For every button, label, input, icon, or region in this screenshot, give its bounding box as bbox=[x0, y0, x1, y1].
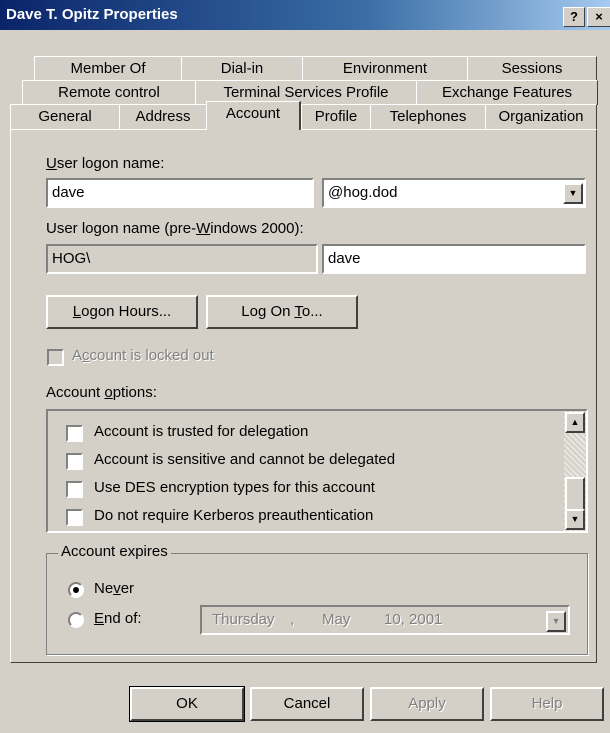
cancel-button[interactable]: Cancel bbox=[250, 687, 364, 721]
option-checkbox[interactable] bbox=[66, 509, 83, 526]
tab-account[interactable]: Account bbox=[206, 101, 301, 130]
tab-telephones[interactable]: Telephones bbox=[370, 104, 486, 129]
tab-general[interactable]: General bbox=[10, 104, 120, 129]
tab-dial-in[interactable]: Dial-in bbox=[181, 56, 303, 81]
date-sep: , bbox=[290, 611, 295, 628]
pre2000-domain-field: HOG\ bbox=[46, 244, 318, 274]
help-button[interactable]: Help bbox=[490, 687, 604, 721]
logon-name-label: User logon name: bbox=[46, 155, 165, 172]
option-label: Account is trusted for delegation bbox=[94, 423, 309, 440]
tab-environment[interactable]: Environment bbox=[302, 56, 468, 81]
option-label: Account is sensitive and cannot be deleg… bbox=[94, 451, 396, 468]
end-of-label: End of: bbox=[94, 610, 142, 627]
apply-button[interactable]: Apply bbox=[370, 687, 484, 721]
scroll-down-icon[interactable]: ▼ bbox=[565, 509, 585, 530]
tab-profile[interactable]: Profile bbox=[301, 104, 371, 129]
log-on-to-button[interactable]: Log On To... bbox=[206, 295, 358, 329]
domain-select-value: @hog.dod bbox=[328, 184, 398, 201]
pre2000-label: User logon name (pre-Windows 2000): bbox=[46, 220, 304, 237]
date-month: May bbox=[322, 611, 351, 628]
options-scrollbar[interactable]: ▲ ▼ bbox=[564, 411, 586, 531]
scroll-thumb[interactable] bbox=[565, 477, 585, 511]
tab-remote-control[interactable]: Remote control bbox=[22, 80, 196, 105]
title-bar[interactable]: Dave T. Opitz Properties ? × bbox=[0, 0, 610, 30]
logon-hours-button[interactable]: Logon Hours... bbox=[46, 295, 198, 329]
window-title: Dave T. Opitz Properties bbox=[6, 6, 178, 23]
logon-name-input[interactable]: dave bbox=[46, 178, 314, 208]
account-options-list[interactable]: Account is trusted for delegation Accoun… bbox=[46, 409, 588, 533]
account-locked-checkbox[interactable] bbox=[47, 349, 64, 366]
account-locked-label: Account is locked out bbox=[72, 347, 214, 364]
tab-address[interactable]: Address bbox=[119, 104, 207, 129]
calendar-dropdown-icon[interactable]: ▼ bbox=[546, 611, 566, 632]
chevron-down-icon[interactable]: ▼ bbox=[563, 183, 583, 204]
option-checkbox[interactable] bbox=[66, 425, 83, 442]
ok-button[interactable]: OK bbox=[129, 686, 245, 722]
domain-select[interactable]: @hog.dod ▼ bbox=[322, 178, 586, 208]
option-checkbox[interactable] bbox=[66, 453, 83, 470]
help-title-button[interactable]: ? bbox=[563, 7, 585, 27]
tab-organization[interactable]: Organization bbox=[485, 104, 597, 129]
scroll-up-icon[interactable]: ▲ bbox=[565, 412, 585, 433]
option-label: Use DES encryption types for this accoun… bbox=[94, 479, 375, 496]
end-date-picker[interactable]: Thursday , May 10, 2001 ▼ bbox=[200, 605, 570, 635]
account-expires-group bbox=[46, 553, 588, 655]
never-label: Never bbox=[94, 580, 135, 597]
tab-sessions[interactable]: Sessions bbox=[467, 56, 597, 81]
pre2000-user-input[interactable]: dave bbox=[322, 244, 586, 274]
end-of-radio[interactable] bbox=[68, 612, 84, 628]
option-checkbox[interactable] bbox=[66, 481, 83, 498]
tab-member-of[interactable]: Member Of bbox=[34, 56, 182, 81]
date-day-year: 10, 2001 bbox=[384, 611, 443, 628]
account-expires-label: Account expires bbox=[58, 543, 171, 560]
tab-exchange-features[interactable]: Exchange Features bbox=[416, 80, 598, 105]
account-options-label: Account options: bbox=[46, 384, 157, 401]
option-label: Do not require Kerberos preauthenticatio… bbox=[94, 507, 374, 524]
radio-dot bbox=[73, 587, 79, 593]
never-radio[interactable] bbox=[68, 582, 84, 598]
close-icon[interactable]: × bbox=[587, 7, 610, 27]
date-day: Thursday bbox=[212, 611, 275, 628]
